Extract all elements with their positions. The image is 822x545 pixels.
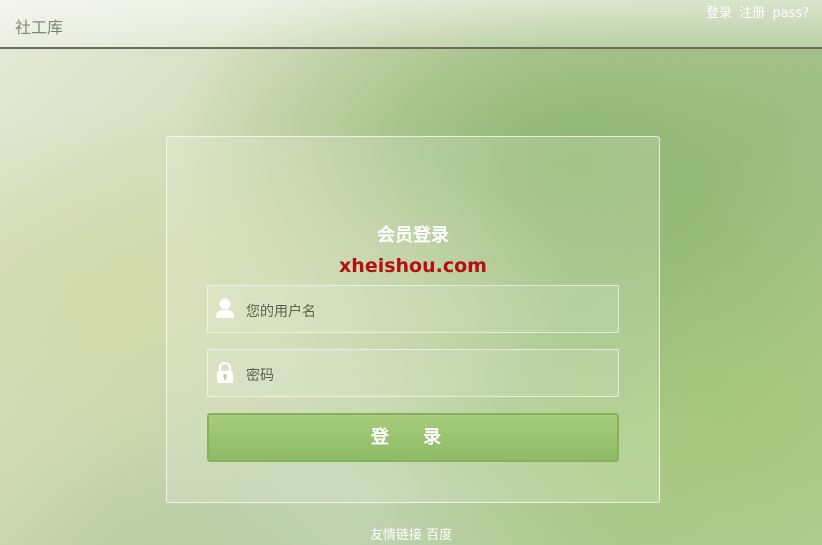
pass-link[interactable]: pass? xyxy=(772,6,809,21)
site-brand[interactable]: 社工库 xyxy=(15,14,63,38)
panel-title: 会员登录 xyxy=(377,225,449,246)
user-icon xyxy=(215,298,235,320)
invite-code-link[interactable]: 邀请码 xyxy=(100,17,136,34)
top-navbar: 社工库 邀请码 登录 注册 pass? xyxy=(0,0,822,49)
register-link[interactable]: 注册 xyxy=(739,6,765,21)
footer-links: 友情链接 百度 xyxy=(0,524,822,543)
watermark-text: xheishou.com xyxy=(339,255,487,277)
login-button[interactable]: 登 录 xyxy=(207,413,619,462)
friend-links-label: 友情链接 xyxy=(369,528,422,543)
login-panel: 会员登录 xheishou.com 您的用户名 密码 登 录 xyxy=(166,136,660,503)
username-placeholder: 您的用户名 xyxy=(246,304,316,320)
lock-icon xyxy=(215,361,235,384)
username-field[interactable]: 您的用户名 xyxy=(207,285,619,333)
baidu-link[interactable]: 百度 xyxy=(426,528,452,543)
account-links: 登录 注册 pass? xyxy=(703,2,809,21)
password-field[interactable]: 密码 xyxy=(207,349,619,397)
login-link[interactable]: 登录 xyxy=(706,6,732,21)
password-placeholder: 密码 xyxy=(246,368,274,384)
